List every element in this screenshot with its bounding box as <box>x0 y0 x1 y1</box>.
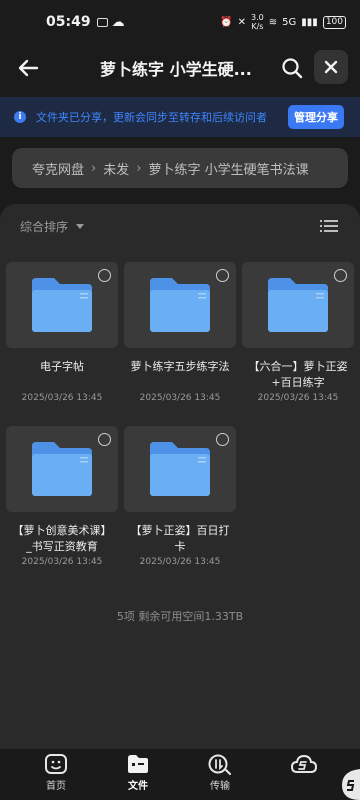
floating-assistant-tab[interactable] <box>330 749 360 800</box>
sort-dropdown[interactable]: 综合排序 <box>20 218 85 235</box>
wifi-icon: ≋ <box>268 16 278 28</box>
folder-icon <box>32 278 92 332</box>
cloud-icon: ☁ <box>111 14 125 30</box>
arrow-left-icon <box>18 59 39 77</box>
folder-card[interactable]: 【萝卜正姿】百日打卡 2025/03/26 13:45 <box>124 426 236 567</box>
breadcrumb-item-current: 萝卜练字 小学生硬笔书法课 <box>148 162 309 178</box>
select-checkbox[interactable] <box>216 269 229 282</box>
cloud-service-icon <box>290 754 318 773</box>
transfer-icon <box>208 754 231 775</box>
silent-icon: ✕ <box>237 16 247 28</box>
assistant-icon <box>342 769 360 800</box>
folder-name: 【六合一】萝卜正姿+百日练字 <box>248 360 348 389</box>
folder-icon <box>150 278 210 332</box>
folder-card[interactable]: 电子字帖 2025/03/26 13:45 <box>6 262 118 403</box>
folder-name: 电子字帖 <box>40 360 84 373</box>
folder-card[interactable]: 【六合一】萝卜正姿+百日练字 2025/03/26 13:45 <box>242 262 354 403</box>
folder-date: 2025/03/26 13:45 <box>139 393 221 403</box>
chevron-right-icon: › <box>91 160 97 176</box>
folder-tab-icon <box>128 755 148 773</box>
title-bar: 萝卜练字 小学生硬... <box>0 44 360 92</box>
caret-down-icon <box>76 224 85 229</box>
bottom-nav: 首页 文件 传输 <box>0 749 360 800</box>
battery-indicator: 100 <box>322 15 346 29</box>
select-checkbox[interactable] <box>216 433 229 446</box>
alarm-icon: ⏰ <box>220 16 233 28</box>
view-toggle-button[interactable] <box>319 218 339 234</box>
back-button[interactable] <box>12 52 44 84</box>
sort-label: 综合排序 <box>20 220 69 234</box>
search-button[interactable] <box>276 52 308 84</box>
network-type: 5G <box>282 16 297 28</box>
nav-item-cloud[interactable] <box>282 753 326 777</box>
nav-label: 文件 <box>128 781 148 792</box>
file-list-panel: 综合排序 电子字帖 2025/03/26 13:45 萝卜练字五步练字法 202… <box>0 204 360 749</box>
nav-item-home[interactable]: 首页 <box>34 753 78 792</box>
folder-name: 萝卜练字五步练字法 <box>130 360 230 373</box>
folder-date: 2025/03/26 13:45 <box>139 557 221 567</box>
close-icon <box>324 60 338 74</box>
breadcrumb-item-root[interactable]: 夸克网盘 <box>32 159 84 178</box>
select-checkbox[interactable] <box>334 269 347 282</box>
folder-thumbnail <box>124 262 236 348</box>
folder-name: 【萝卜创意美术课】_书写正资教育 <box>12 524 112 553</box>
share-banner: i 文件夹已分享，更新会同步至转存和后续访问者 管理分享 <box>0 97 360 137</box>
folder-card[interactable]: 【萝卜创意美术课】_书写正资教育 2025/03/26 13:45 <box>6 426 118 567</box>
network-speed: 3.0 K/s <box>251 13 264 31</box>
home-icon <box>45 754 67 774</box>
folder-date: 2025/03/26 13:45 <box>257 393 339 403</box>
folder-card[interactable]: 萝卜练字五步练字法 2025/03/26 13:45 <box>124 262 236 403</box>
folder-thumbnail <box>6 426 118 512</box>
close-button[interactable] <box>314 50 348 84</box>
breadcrumb-item-parent[interactable]: 未发 <box>103 159 129 178</box>
list-view-icon <box>320 220 338 232</box>
info-icon: i <box>14 111 26 123</box>
page-title: 萝卜练字 小学生硬... <box>100 60 252 79</box>
notification-icon <box>96 17 108 27</box>
manage-share-button[interactable]: 管理分享 <box>288 105 344 129</box>
status-bar: 05:49 ☁ ⏰ ✕ 3.0 K/s ≋ 5G ▮▮▮ 100 <box>0 0 360 44</box>
folder-name: 【萝卜正姿】百日打卡 <box>130 524 230 553</box>
nav-item-files[interactable]: 文件 <box>116 753 160 792</box>
folder-date: 2025/03/26 13:45 <box>21 393 103 403</box>
folder-date: 2025/03/26 13:45 <box>21 557 103 567</box>
nav-label: 首页 <box>46 781 66 792</box>
share-banner-text: 文件夹已分享，更新会同步至转存和后续访问者 <box>36 111 267 124</box>
folder-icon <box>32 442 92 496</box>
folder-thumbnail <box>124 426 236 512</box>
status-time: 05:49 <box>46 14 91 30</box>
select-checkbox[interactable] <box>98 269 111 282</box>
nav-item-transfer[interactable]: 传输 <box>198 753 242 792</box>
folder-icon <box>268 278 328 332</box>
folder-icon <box>150 442 210 496</box>
nav-label: 传输 <box>210 781 230 792</box>
folder-thumbnail <box>242 262 354 348</box>
folder-thumbnail <box>6 262 118 348</box>
storage-summary: 5项 剩余可用空间1.33TB <box>116 610 244 623</box>
signal-icon: ▮▮▮ <box>301 16 318 28</box>
search-icon <box>282 58 303 79</box>
select-checkbox[interactable] <box>98 433 111 446</box>
breadcrumb: 夸克网盘 › 未发 › 萝卜练字 小学生硬笔书法课 <box>12 148 348 188</box>
chevron-right-icon: › <box>136 160 142 176</box>
